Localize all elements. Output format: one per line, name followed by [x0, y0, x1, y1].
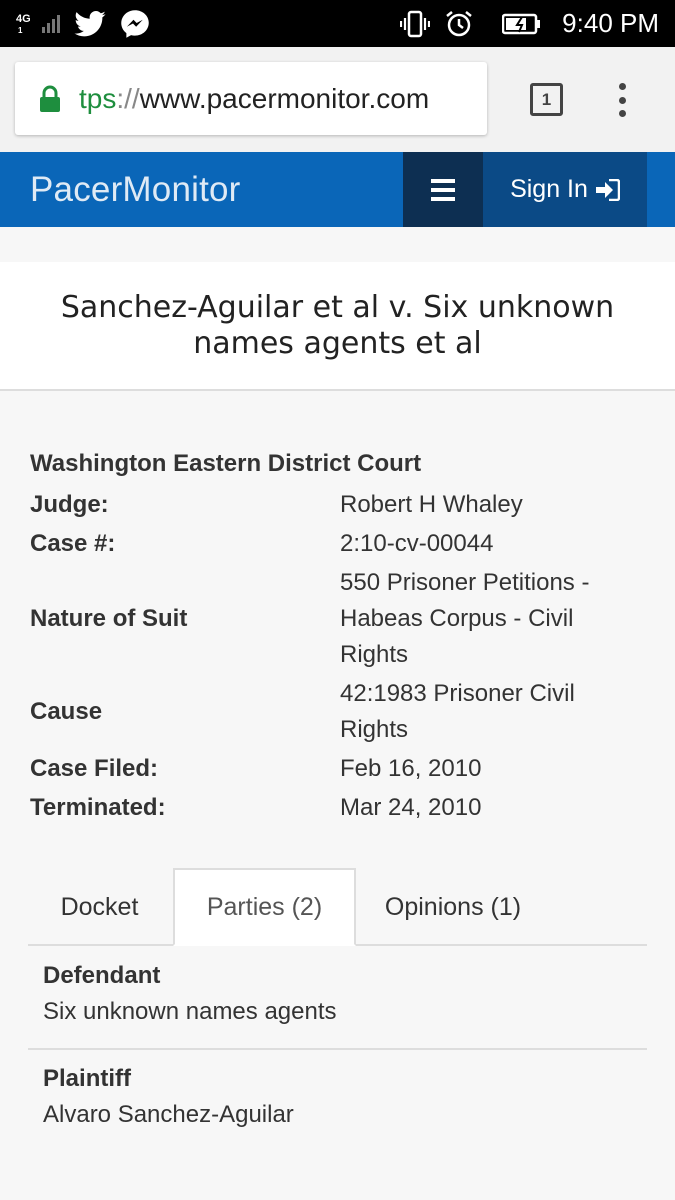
- address-bar[interactable]: tps://www.pacermonitor.com: [15, 62, 487, 135]
- sign-in-button[interactable]: Sign In: [483, 152, 647, 227]
- detail-value: 42:1983 Prisoner Civil Rights: [340, 680, 575, 743]
- party-divider: [28, 1048, 647, 1050]
- detail-label: Terminated:: [30, 794, 166, 821]
- detail-row-case-number: Case #: 2:10-cv-00044: [30, 526, 645, 562]
- detail-row-nature-of-suit: Nature of Suit 550 Prisoner Petitions - …: [30, 565, 645, 673]
- detail-label: Judge:: [30, 491, 109, 518]
- url-host: www.pacermonitor.com: [139, 82, 430, 114]
- twitter-icon: [74, 10, 106, 36]
- hamburger-menu-icon[interactable]: [403, 152, 483, 227]
- case-tabs: Docket Parties (2) Opinions (1): [28, 868, 647, 946]
- party-role: Defendant: [43, 962, 161, 989]
- detail-row-judge: Judge: Robert H Whaley: [30, 487, 645, 523]
- party-name[interactable]: Six unknown names agents: [43, 998, 647, 1026]
- url-text: tps://www.pacermonitor.com: [79, 83, 429, 115]
- lock-icon: [40, 85, 60, 112]
- detail-label: Case Filed:: [30, 755, 159, 782]
- detail-label: Case #:: [30, 530, 116, 557]
- detail-row-terminated: Terminated: Mar 24, 2010: [30, 790, 645, 826]
- sign-in-icon: [595, 178, 620, 201]
- detail-value: Mar 24, 2010: [340, 794, 482, 821]
- sign-in-label: Sign In: [510, 175, 588, 203]
- detail-value: 2:10-cv-00044: [340, 530, 494, 557]
- party-name[interactable]: Alvaro Sanchez-Aguilar: [43, 1101, 647, 1129]
- network-type-label: 4G: [16, 12, 31, 25]
- signal-icon: [42, 14, 60, 33]
- url-scheme: tps: [79, 82, 117, 114]
- vibrate-icon: [400, 10, 431, 37]
- detail-value: 550 Prisoner Petitions - Habeas Corpus -…: [340, 569, 590, 668]
- party-item-plaintiff: Plaintiff Alvaro Sanchez-Aguilar: [28, 1065, 647, 1129]
- detail-value: Feb 16, 2010: [340, 755, 482, 782]
- tab-opinions[interactable]: Opinions (1): [358, 868, 548, 946]
- party-item-defendant: Defendant Six unknown names agents: [28, 962, 647, 1026]
- battery-icon: [502, 13, 541, 34]
- detail-row-case-filed: Case Filed: Feb 16, 2010: [30, 751, 645, 787]
- alarm-icon: [446, 10, 472, 36]
- browser-menu-icon[interactable]: [612, 83, 632, 117]
- site-header: PacerMonitor Sign In: [0, 152, 675, 227]
- network-type-indicator: 4G 1: [16, 12, 34, 36]
- page-title: Sanchez-Aguilar et al v. Six unknown nam…: [60, 289, 615, 361]
- tab-docket[interactable]: Docket: [28, 868, 171, 946]
- messenger-icon: [121, 9, 149, 38]
- party-role: Plaintiff: [43, 1065, 131, 1092]
- network-sub-label: 1: [18, 25, 23, 35]
- tab-switcher-button[interactable]: 1: [530, 83, 563, 116]
- url-separator: ://: [116, 82, 140, 114]
- detail-label: Cause: [30, 698, 103, 725]
- clock: 9:40 PM: [562, 8, 659, 38]
- case-title-block: Sanchez-Aguilar et al v. Six unknown nam…: [0, 262, 675, 391]
- court-name: Washington Eastern District Court: [30, 450, 422, 477]
- tab-parties[interactable]: Parties (2): [173, 868, 356, 946]
- detail-value: Robert H Whaley: [340, 491, 523, 518]
- browser-toolbar: tps://www.pacermonitor.com 1: [0, 47, 675, 152]
- detail-row-cause: Cause 42:1983 Prisoner Civil Rights: [30, 676, 645, 748]
- status-bar: 4G 1 9:40 PM: [0, 0, 675, 47]
- detail-label: Nature of Suit: [30, 605, 188, 632]
- brand-logo[interactable]: PacerMonitor: [30, 170, 241, 210]
